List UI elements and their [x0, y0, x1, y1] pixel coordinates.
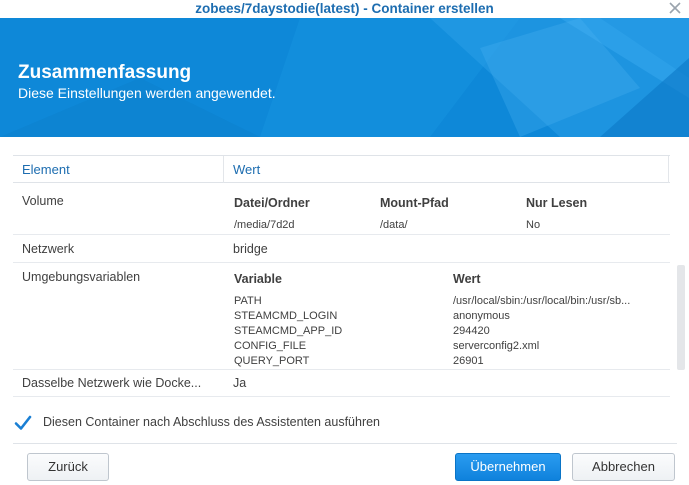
row-label: Dasselbe Netzwerk wie Docke... — [22, 376, 202, 390]
column-separator[interactable] — [223, 156, 224, 183]
column-header-value[interactable]: Wert — [233, 162, 260, 177]
env-value: serverconfig2.xml — [453, 340, 540, 352]
back-button[interactable]: Zurück — [27, 453, 109, 481]
check-icon[interactable] — [14, 414, 32, 432]
table-scrollbar[interactable] — [677, 265, 685, 370]
network-value: bridge — [233, 242, 268, 256]
env-variable: STEAMCMD_LOGIN — [234, 310, 338, 322]
volume-readonly-value: No — [526, 219, 541, 231]
summary-header: Zusammenfassung Diese Einstellungen werd… — [0, 18, 689, 137]
same-network-value: Ja — [233, 376, 247, 390]
env-variable: STEAMCMD_APP_ID — [234, 325, 343, 337]
volume-file-value: /media/7d2d — [234, 219, 295, 231]
env-value: 26901 — [453, 355, 484, 367]
env-value: anonymous — [453, 310, 510, 322]
volume-mount-value: /data/ — [380, 219, 408, 231]
summary-subtitle: Diese Einstellungen werden angewendet. — [18, 85, 276, 101]
summary-title: Zusammenfassung — [18, 62, 192, 83]
env-variable: CONFIG_FILE — [234, 340, 307, 352]
row-label: Volume — [22, 194, 64, 208]
table-row-volume: Volume Datei/Ordner Mount-Pfad Nur Lesen… — [13, 183, 670, 235]
env-header-variable: Variable — [234, 272, 282, 286]
close-icon[interactable] — [667, 0, 683, 16]
run-after-wizard-label[interactable]: Diesen Container nach Abschluss des Assi… — [43, 415, 380, 429]
footer-divider — [13, 443, 677, 444]
column-separator[interactable] — [668, 156, 669, 183]
row-label: Netzwerk — [22, 242, 75, 256]
table-row-network: Netzwerk bridge — [13, 235, 670, 263]
volume-header-readonly: Nur Lesen — [526, 196, 588, 210]
volume-header-mount: Mount-Pfad — [380, 196, 449, 210]
env-value: 294420 — [453, 325, 490, 337]
column-header-element[interactable]: Element — [22, 162, 70, 177]
table-row-same-network: Dasselbe Netzwerk wie Docke... Ja — [13, 370, 670, 397]
volume-header-file: Datei/Ordner — [234, 196, 310, 210]
window-title: zobees/7daystodie(latest) - Container er… — [195, 1, 494, 16]
row-label: Umgebungsvariablen — [22, 270, 141, 284]
cancel-button[interactable]: Abbrechen — [572, 453, 675, 481]
env-header-value: Wert — [453, 272, 481, 286]
apply-button[interactable]: Übernehmen — [455, 453, 561, 481]
env-variable: PATH — [234, 295, 262, 307]
env-variable: QUERY_PORT — [234, 355, 310, 367]
table-row-env: Umgebungsvariablen Variable Wert PATH /u… — [13, 263, 670, 370]
window-titlebar: zobees/7daystodie(latest) - Container er… — [0, 0, 689, 18]
table-header: Element Wert — [13, 155, 670, 183]
env-value: /usr/local/sbin:/usr/local/bin:/usr/sb..… — [453, 295, 631, 307]
